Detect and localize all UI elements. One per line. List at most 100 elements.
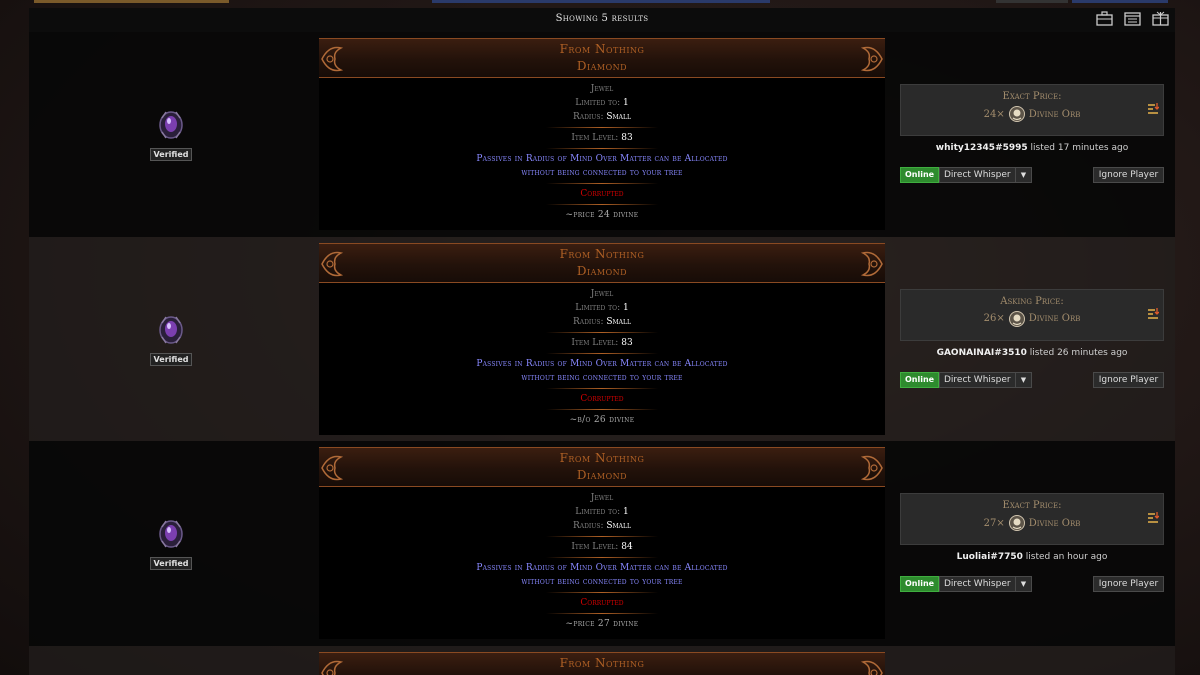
view-toggle-group <box>1096 11 1169 26</box>
limited-label: Limited to: <box>575 98 621 108</box>
separator <box>546 204 658 205</box>
item-level-label: Item Level: <box>571 133 619 143</box>
seller-name[interactable]: Luoliai#7750 <box>957 552 1023 562</box>
ornament-icon <box>321 660 344 675</box>
item-card[interactable]: From Nothing <box>319 651 885 675</box>
ornament-icon <box>321 455 344 481</box>
ignore-player-button[interactable]: Ignore Player <box>1093 576 1164 592</box>
item-header: From Nothing Diamond <box>319 38 885 78</box>
limited-value: 1 <box>623 98 629 108</box>
price-line: 26× Divine Orb <box>901 310 1163 328</box>
price-label: Exact Price: <box>1002 91 1062 102</box>
price-box: Asking Price: 26× Divine Orb <box>900 288 1164 341</box>
item-type: Jewel <box>590 84 614 94</box>
seller-info: whity12345#5995 listed 17 minutes ago <box>900 143 1164 153</box>
ornament-icon <box>860 46 883 72</box>
limited-label: Limited to: <box>575 507 621 517</box>
listed-time: listed an hour ago <box>1025 552 1108 562</box>
price-line: 24× Divine Orb <box>901 105 1163 123</box>
item-header: From Nothing Diamond <box>319 447 885 487</box>
item-name: From Nothing <box>559 246 645 261</box>
verified-badge: Verified <box>149 352 193 366</box>
price-box: Exact Price: 24× Divine Orb <box>900 84 1164 136</box>
seller-name[interactable]: GAONAINAI#3510 <box>937 348 1027 358</box>
jewel-icon[interactable] <box>154 108 188 142</box>
listing-row: Verified From Nothing Diamond Jewel Limi… <box>29 441 1175 646</box>
item-level: Item Level: 84 <box>319 540 885 554</box>
whisper-dropdown-caret[interactable]: ▼ <box>1015 167 1032 183</box>
item-level-value: 83 <box>621 133 633 143</box>
item-icon-column: Verified <box>149 313 193 366</box>
top-nav-tab[interactable] <box>996 0 1068 3</box>
item-limited: Limited to: 1 <box>319 96 885 110</box>
top-nav-tab[interactable] <box>432 0 770 3</box>
seller-name[interactable]: whity12345#5995 <box>936 143 1028 153</box>
item-card[interactable]: From Nothing Diamond Jewel Limited to: 1… <box>319 242 885 435</box>
results-list: Verified From Nothing Diamond Jewel Limi… <box>29 32 1175 675</box>
item-body: Jewel Limited to: 1 Radius: Small Item L… <box>319 78 885 222</box>
corrupted-label: Corrupted <box>580 189 624 199</box>
direct-whisper-button[interactable]: Direct Whisper <box>939 371 1016 388</box>
item-level-label: Item Level: <box>571 542 619 552</box>
separator <box>546 352 658 354</box>
separator <box>546 183 658 184</box>
jewel-icon[interactable] <box>154 313 188 347</box>
currency-name: Divine Orb <box>1028 313 1081 324</box>
item-header: From Nothing Diamond <box>319 242 885 283</box>
listing-actions: Online Direct Whisper ▼ Ignore Player <box>900 167 1164 183</box>
seller-info: GAONAINAI#3510 listed 26 minutes ago <box>900 348 1164 358</box>
seller-info: Luoliai#7750 listed an hour ago <box>900 552 1164 562</box>
divine-orb-icon <box>1008 515 1025 531</box>
sort-icon[interactable] <box>1147 102 1159 116</box>
item-limited: Limited to: 1 <box>319 301 885 315</box>
results-count: Showing 5 results <box>555 13 649 24</box>
radius-value: Small <box>606 521 631 531</box>
separator <box>546 408 658 410</box>
direct-whisper-button[interactable]: Direct Whisper <box>939 167 1016 183</box>
item-header: From Nothing <box>319 651 885 675</box>
listing-row: From Nothing <box>29 645 1175 675</box>
explicit-mod: without being connected to your tree <box>521 577 683 587</box>
sort-icon[interactable] <box>1147 511 1159 525</box>
price-box: Exact Price: 27× Divine Orb <box>900 493 1164 545</box>
listed-time: listed 26 minutes ago <box>1029 347 1128 358</box>
radius-label: Radius: <box>573 521 604 531</box>
item-radius: Radius: Small <box>319 110 885 124</box>
radius-label: Radius: <box>573 112 604 122</box>
top-nav-tab[interactable] <box>34 0 229 3</box>
calendar-icon[interactable] <box>1124 11 1141 26</box>
whisper-dropdown-caret[interactable]: ▼ <box>1015 371 1032 388</box>
sort-icon[interactable] <box>1147 307 1159 321</box>
item-body: Jewel Limited to: 1 Radius: Small Item L… <box>319 487 885 631</box>
radius-value: Small <box>606 112 631 122</box>
separator <box>546 127 658 128</box>
jewel-icon[interactable] <box>154 517 188 551</box>
item-name: From Nothing <box>559 655 645 670</box>
limited-value: 1 <box>623 302 629 313</box>
ignore-player-button[interactable]: Ignore Player <box>1093 371 1164 388</box>
price-label: Asking Price: <box>1000 295 1064 307</box>
item-level-label: Item Level: <box>571 337 619 348</box>
ignore-player-button[interactable]: Ignore Player <box>1093 167 1164 183</box>
top-nav-tab[interactable] <box>1072 0 1168 3</box>
whisper-dropdown-caret[interactable]: ▼ <box>1015 576 1032 592</box>
item-level-value: 83 <box>621 337 633 348</box>
item-name: From Nothing <box>559 42 645 56</box>
item-type: Jewel <box>590 288 614 299</box>
currency-name: Divine Orb <box>1028 108 1081 120</box>
online-status-badge: Online <box>900 167 940 183</box>
explicit-mod: without being connected to your tree <box>521 168 683 178</box>
briefcase-icon[interactable] <box>1096 11 1113 26</box>
ornament-icon <box>860 660 883 675</box>
price-label: Exact Price: <box>1002 500 1062 511</box>
item-type: Jewel <box>590 493 614 503</box>
ornament-icon <box>321 251 344 276</box>
direct-whisper-button[interactable]: Direct Whisper <box>939 576 1016 592</box>
separator <box>546 387 658 389</box>
gift-icon[interactable] <box>1152 11 1169 26</box>
item-card[interactable]: From Nothing Diamond Jewel Limited to: 1… <box>319 447 885 639</box>
item-note: ~b/o 26 divine <box>569 414 635 425</box>
item-radius: Radius: Small <box>319 315 885 329</box>
item-card[interactable]: From Nothing Diamond Jewel Limited to: 1… <box>319 38 885 230</box>
item-base-type: Diamond <box>576 468 628 482</box>
